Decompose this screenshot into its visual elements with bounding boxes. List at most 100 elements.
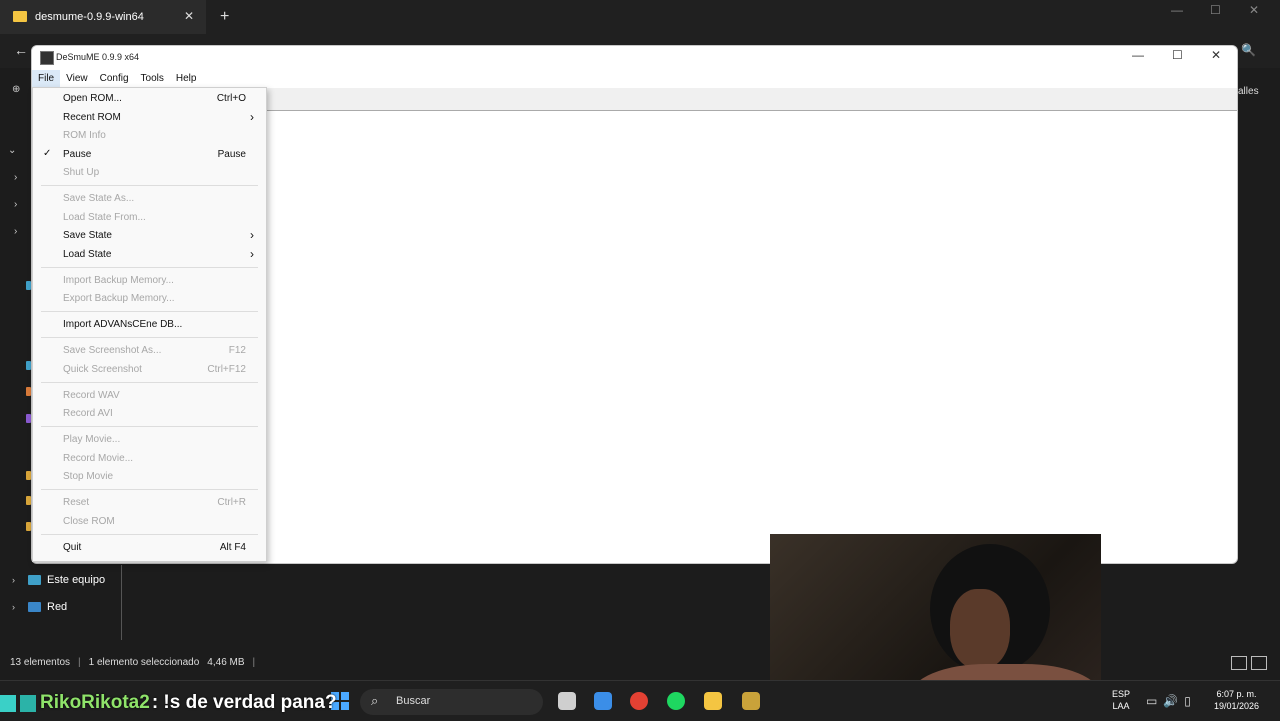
menu-item-load-state[interactable]: Load State › xyxy=(33,245,266,263)
network-status-icon[interactable]: ▭ xyxy=(1146,694,1157,708)
menu-item-recent-rom[interactable]: Recent ROM › xyxy=(33,108,266,126)
language-code: ESP xyxy=(1112,689,1131,699)
tree-item-this-pc[interactable]: › Este equipo xyxy=(12,574,105,586)
chevron-right-icon[interactable]: › xyxy=(14,226,17,237)
menu-separator xyxy=(41,311,258,312)
language-indicator[interactable]: ESP LAA xyxy=(1112,688,1130,712)
menu-item-shortcut: Pause xyxy=(217,148,246,160)
spotify-icon[interactable] xyxy=(667,692,685,710)
menu-item-record-movie: Record Movie... xyxy=(33,449,266,467)
task-view-icon[interactable] xyxy=(558,692,576,710)
status-bar: 13 elementos | 1 elemento seleccionado 4… xyxy=(10,657,255,668)
battery-icon[interactable]: ▯ xyxy=(1184,694,1191,708)
menu-item-label: Quit xyxy=(63,541,82,553)
system-tray: ▭ 🔊 ▯ xyxy=(1146,694,1191,708)
taskbar-search[interactable]: ⌕ Buscar xyxy=(360,689,543,715)
clock-date: 19/01/2026 xyxy=(1214,701,1260,711)
webcam-figure-face xyxy=(950,589,1010,669)
explorer-tab[interactable]: desmume-0.9.9-win64 ✕ xyxy=(0,0,206,34)
menu-item-save-state[interactable]: Save State › xyxy=(33,226,266,244)
back-arrow-icon[interactable]: ← xyxy=(14,42,28,58)
maximize-icon[interactable]: ☐ xyxy=(1172,48,1183,62)
layout-code: LAA xyxy=(1112,701,1130,711)
file-menu-dropdown: Open ROM... Ctrl+O Recent ROM › ROM Info ✓ Pau… xyxy=(32,87,267,562)
chevron-right-icon[interactable]: › xyxy=(12,575,22,585)
menu-item-label: ROM Info xyxy=(63,130,106,141)
status-item-count: 13 elementos xyxy=(10,657,71,668)
minimize-icon[interactable]: — xyxy=(1132,48,1144,62)
pane-divider[interactable] xyxy=(121,565,122,640)
tree-item-network[interactable]: › Red xyxy=(12,601,67,613)
file-explorer-icon[interactable] xyxy=(704,692,722,710)
submenu-arrow-icon: › xyxy=(250,109,254,124)
menu-item-label: Stop Movie xyxy=(63,471,114,482)
clock[interactable]: 6:07 p. m. 19/01/2026 xyxy=(1214,688,1259,712)
new-tab-button[interactable]: + xyxy=(220,8,229,26)
chevron-right-icon[interactable]: › xyxy=(14,199,17,210)
menu-item-import-advanscene-db[interactable]: Import ADVANsCEne DB... xyxy=(33,315,266,333)
menu-item-quick-screenshot: Quick Screenshot Ctrl+F12 xyxy=(33,360,266,378)
status-separator: | xyxy=(78,657,81,668)
explorer-maximize-icon[interactable]: ☐ xyxy=(1210,3,1221,17)
add-icon[interactable]: ⊕ xyxy=(12,84,20,95)
menu-item-pause[interactable]: ✓ Pause Pause xyxy=(33,145,266,163)
close-icon[interactable]: ✕ xyxy=(1211,48,1221,62)
status-separator: | xyxy=(252,657,256,668)
store-icon[interactable] xyxy=(594,692,612,710)
chevron-right-icon[interactable]: › xyxy=(14,172,17,183)
menu-item-import-backup-memory: Import Backup Memory... xyxy=(33,271,266,289)
chevron-right-icon[interactable]: › xyxy=(12,602,22,612)
volume-icon[interactable]: 🔊 xyxy=(1163,694,1178,708)
menu-view[interactable]: View xyxy=(60,70,94,88)
menu-tools[interactable]: Tools xyxy=(135,70,170,88)
menu-item-label: Record WAV xyxy=(63,389,120,401)
close-tab-icon[interactable]: ✕ xyxy=(184,9,194,23)
menu-item-label: Record Movie... xyxy=(63,452,134,464)
menu-item-label: Load State xyxy=(63,248,112,260)
explorer-close-icon[interactable]: ✕ xyxy=(1249,3,1259,17)
menu-item-open-rom[interactable]: Open ROM... Ctrl+O xyxy=(33,89,266,107)
menu-file[interactable]: File xyxy=(32,70,61,88)
search-icon[interactable]: 🔍 xyxy=(1241,43,1256,57)
status-size: 4,46 MB xyxy=(207,657,245,668)
submenu-arrow-icon: › xyxy=(250,228,254,242)
menu-separator xyxy=(41,381,258,383)
clock-time: 6:07 p. m. xyxy=(1216,689,1257,699)
tiles-view-icon[interactable] xyxy=(1251,656,1267,670)
menu-separator xyxy=(41,266,258,268)
menu-item-label: Record AVI xyxy=(63,408,113,419)
chevron-down-icon[interactable]: ⌄ xyxy=(8,145,16,156)
menu-item-shortcut: Ctrl+O xyxy=(216,93,246,104)
checkmark-icon: ✓ xyxy=(43,147,52,159)
menu-config[interactable]: Config xyxy=(94,70,135,88)
menu-item-label: Import ADVANsCEne DB... xyxy=(63,319,183,330)
menu-help[interactable]: Help xyxy=(170,70,203,88)
chat-badge-icon xyxy=(0,694,16,712)
menu-item-record-avi: Record AVI xyxy=(33,404,266,422)
menu-item-record-wav: Record WAV xyxy=(33,386,266,404)
menu-item-save-state-as: Save State As... xyxy=(33,189,266,207)
menu-item-shortcut: Ctrl+R xyxy=(217,497,246,508)
search-placeholder: Buscar xyxy=(396,695,431,707)
tree-item-label: Red xyxy=(47,601,68,613)
menu-item-quit[interactable]: Quit Alt F4 xyxy=(33,538,266,556)
league-icon[interactable] xyxy=(742,692,760,710)
menu-item-label: Import Backup Memory... xyxy=(63,274,174,286)
chat-username: RikoRikota2 xyxy=(40,692,150,713)
menu-item-label: Play Movie... xyxy=(63,434,121,445)
menu-item-shortcut: Ctrl+F12 xyxy=(207,363,246,375)
menu-item-shortcut: F12 xyxy=(228,345,246,356)
desmume-app-icon xyxy=(40,51,54,65)
details-view-icon[interactable] xyxy=(1231,656,1247,670)
chrome-icon[interactable] xyxy=(630,692,648,710)
folder-icon xyxy=(13,11,27,22)
menu-item-rom-info: ROM Info xyxy=(33,126,266,144)
chat-overlay: RikoRikota2 : !s de verdad pana? xyxy=(0,692,337,714)
menu-item-label: Close ROM xyxy=(63,515,115,527)
menu-bar: File View Config Tools Help xyxy=(32,70,1237,88)
menu-item-label: Reset xyxy=(63,497,90,508)
search-icon: ⌕ xyxy=(371,693,379,708)
details-button[interactable]: alles xyxy=(1238,86,1259,97)
desmume-titlebar: DeSmuME 0.9.9 x64 — ☐ ✕ xyxy=(32,46,1237,70)
explorer-minimize-icon[interactable]: — xyxy=(1171,3,1183,17)
